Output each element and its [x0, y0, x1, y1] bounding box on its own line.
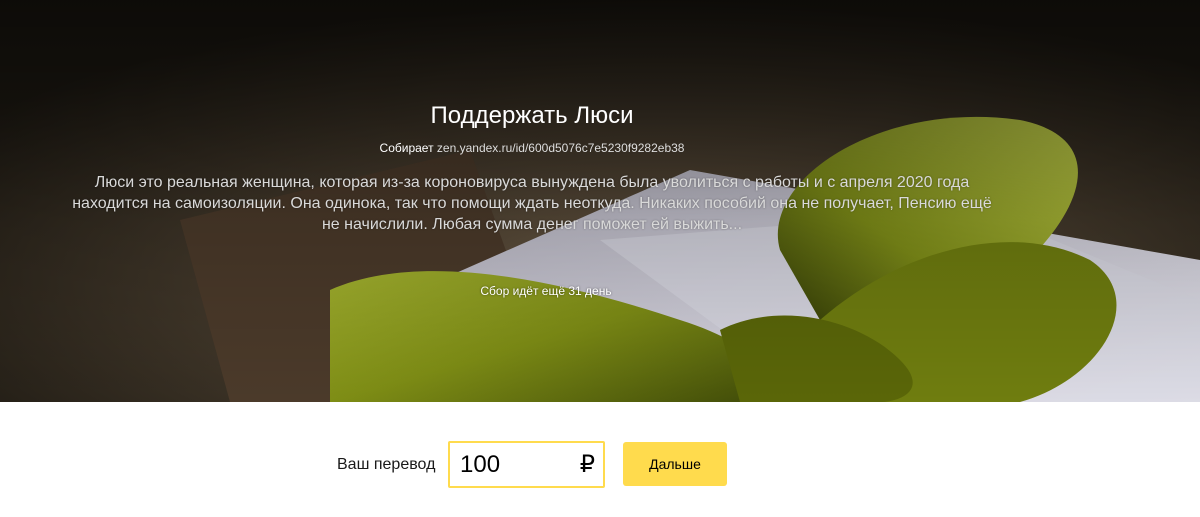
next-button[interactable]: Дальше	[623, 442, 727, 486]
amount-field-box[interactable]: ₽	[448, 441, 605, 488]
collector-label: Собирает	[379, 141, 434, 155]
transfer-form: Ваш перевод ₽ Дальше	[0, 440, 1200, 488]
collector-link[interactable]: zen.yandex.ru/id/600d5076c7e5230f9282eb3…	[437, 141, 685, 155]
hero-banner: Поддержать Люси Собирает zen.yandex.ru/i…	[0, 0, 1200, 402]
amount-input[interactable]	[460, 450, 570, 480]
collector-line: Собирает zen.yandex.ru/id/600d5076c7e523…	[0, 140, 1064, 156]
campaign-info: Поддержать Люси Собирает zen.yandex.ru/i…	[0, 0, 1200, 402]
amount-label: Ваш перевод	[337, 456, 436, 473]
campaign-title: Поддержать Люси	[430, 102, 634, 129]
campaign-description: Люси это реальная женщина, которая из-за…	[72, 174, 992, 233]
days-left-text: Сбор идёт ещё 31 день	[480, 284, 612, 298]
ruble-symbol: ₽	[579, 451, 595, 478]
